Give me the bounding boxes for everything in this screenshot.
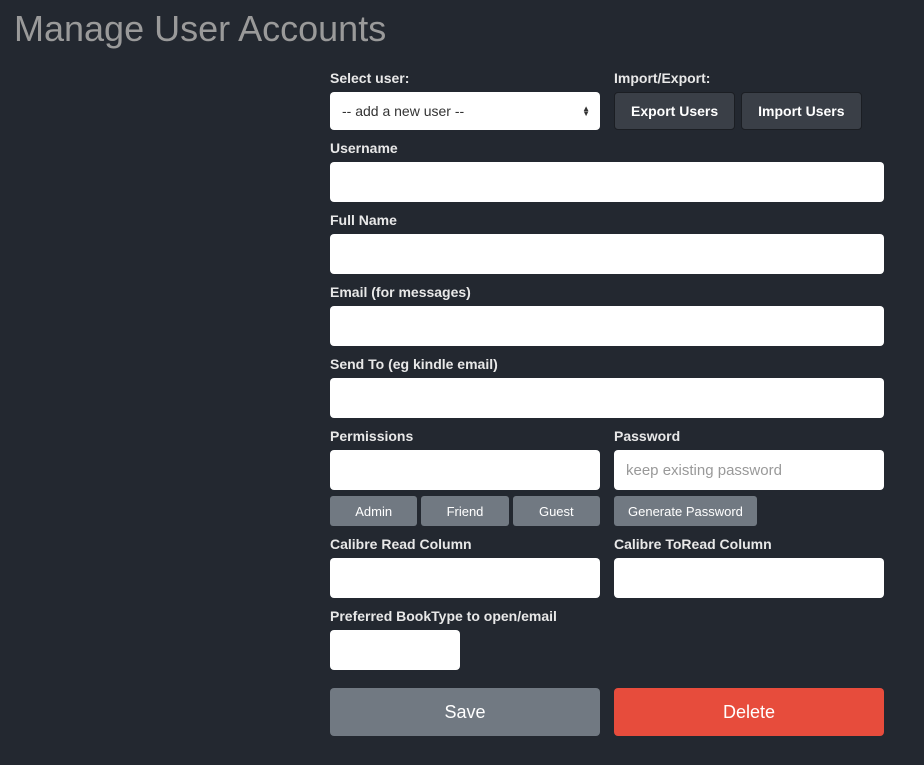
calibre-read-label: Calibre Read Column: [330, 536, 600, 552]
booktype-input[interactable]: [330, 630, 460, 670]
select-user-dropdown[interactable]: -- add a new user -- ▲▼: [330, 92, 600, 130]
import-users-button[interactable]: Import Users: [741, 92, 861, 130]
import-export-label: Import/Export:: [614, 70, 884, 86]
export-users-button[interactable]: Export Users: [614, 92, 735, 130]
delete-button[interactable]: Delete: [614, 688, 884, 736]
fullname-label: Full Name: [330, 212, 884, 228]
perm-admin-button[interactable]: Admin: [330, 496, 417, 526]
dropdown-arrows-icon: ▲▼: [582, 106, 590, 116]
calibre-toread-label: Calibre ToRead Column: [614, 536, 884, 552]
perm-guest-button[interactable]: Guest: [513, 496, 600, 526]
save-button[interactable]: Save: [330, 688, 600, 736]
perm-friend-button[interactable]: Friend: [421, 496, 508, 526]
sendto-label: Send To (eg kindle email): [330, 356, 884, 372]
permissions-input[interactable]: [330, 450, 600, 490]
page-title: Manage User Accounts: [0, 0, 924, 70]
username-label: Username: [330, 140, 884, 156]
select-user-value: -- add a new user --: [342, 103, 464, 119]
password-input[interactable]: [614, 450, 884, 490]
email-label: Email (for messages): [330, 284, 884, 300]
permissions-label: Permissions: [330, 428, 600, 444]
calibre-toread-input[interactable]: [614, 558, 884, 598]
username-input[interactable]: [330, 162, 884, 202]
select-user-label: Select user:: [330, 70, 600, 86]
email-input[interactable]: [330, 306, 884, 346]
generate-password-button[interactable]: Generate Password: [614, 496, 757, 526]
password-label: Password: [614, 428, 884, 444]
fullname-input[interactable]: [330, 234, 884, 274]
calibre-read-input[interactable]: [330, 558, 600, 598]
sendto-input[interactable]: [330, 378, 884, 418]
booktype-label: Preferred BookType to open/email: [330, 608, 884, 624]
